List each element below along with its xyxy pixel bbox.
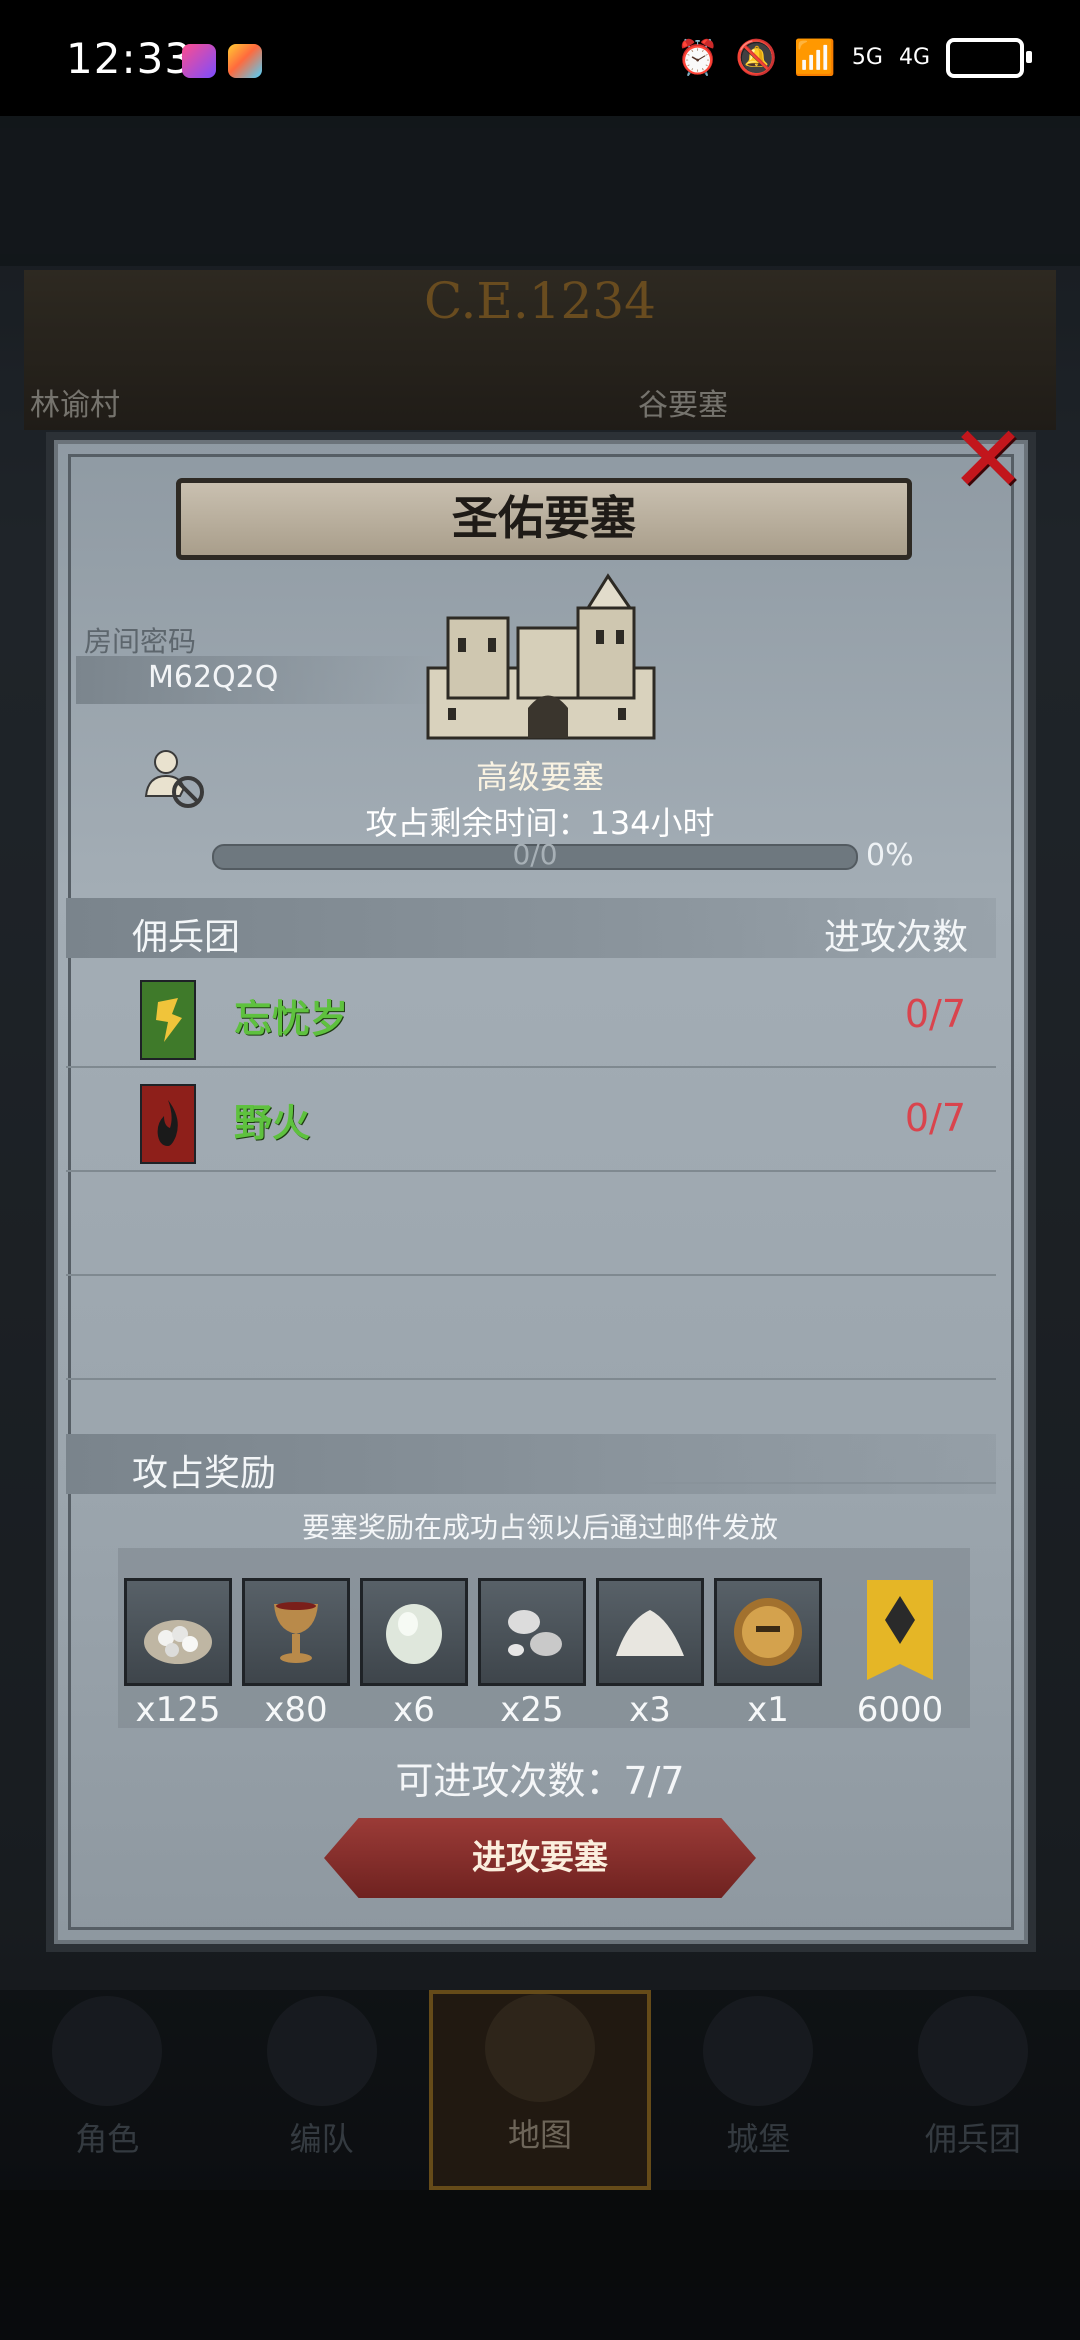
empty-mercenary-slot	[66, 1274, 996, 1380]
reward-qty: x1	[747, 1690, 789, 1730]
mercenary-section-header: 佣兵团 进攻次数	[66, 898, 996, 958]
mercenary-name: 野火	[234, 1101, 311, 1145]
room-code-label: 房间密码	[84, 625, 197, 658]
capture-progress-percent: 0%	[866, 838, 914, 873]
capture-progress-text: 0/0	[512, 838, 558, 871]
close-x-icon: ✕	[949, 406, 1027, 513]
gem-stone-icon	[386, 1604, 442, 1664]
network-4g-label: 4G	[898, 45, 930, 70]
status-time: 12:33	[66, 34, 193, 83]
rewards-header-label: 攻占奖励	[132, 1453, 277, 1494]
fortress-castle-icon	[426, 573, 656, 740]
reward-item[interactable]: x1	[714, 1578, 822, 1730]
dialog-title: 圣佑要塞	[176, 478, 912, 560]
network-5g-label: 5G	[851, 45, 883, 70]
reward-item[interactable]: x125	[124, 1578, 232, 1730]
salt-pile-icon	[616, 1610, 684, 1656]
available-attacks: 可进攻次数：7/7	[395, 1759, 685, 1803]
reward-qty: x6	[393, 1690, 435, 1730]
notification-app-icon	[182, 44, 216, 78]
status-bar: 12:33 ⏰ 🔕 📶 5G 4G	[0, 0, 1080, 116]
mute-bell-icon: 🔕	[735, 38, 778, 78]
battery-icon	[946, 38, 1032, 78]
mercenary-attack-count: 0/7	[904, 992, 966, 1036]
time-remaining-label: 攻占剩余时间：	[365, 804, 590, 842]
reward-item[interactable]: x6	[360, 1578, 468, 1730]
mercenary-name: 忘忧岁	[234, 997, 349, 1041]
status-icons: ⏰ 🔕 📶 5G 4G	[676, 38, 1032, 78]
reward-qty: 6000	[856, 1690, 944, 1730]
reward-item[interactable]: x25	[478, 1578, 586, 1730]
wifi-icon: 📶	[793, 38, 836, 78]
close-button[interactable]: ✕	[948, 414, 1028, 506]
reward-qty: x80	[264, 1690, 328, 1730]
mercenary-row[interactable]: 忘忧岁 0/7	[66, 962, 996, 1068]
time-remaining-value: 134小时	[589, 804, 715, 842]
rewards-section-header: 攻占奖励	[66, 1434, 996, 1494]
knight-helmet-medal-icon	[734, 1598, 802, 1666]
mercenary-header-label: 佣兵团	[132, 917, 241, 958]
guild-flag-green-icon	[140, 980, 196, 1060]
attack-times-header: 进攻次数	[823, 917, 968, 958]
empty-mercenary-slot	[66, 1170, 996, 1276]
silver-ore-icon	[508, 1610, 562, 1656]
alarm-icon: ⏰	[676, 38, 720, 78]
notification-app-icon-2	[228, 44, 262, 78]
mercenary-attack-count: 0/7	[904, 1096, 966, 1140]
fortress-level: 高级要塞	[475, 758, 604, 796]
silver-coins-bag-icon	[144, 1620, 212, 1664]
reward-qty: x3	[629, 1690, 671, 1730]
reward-qty: x125	[135, 1690, 221, 1730]
reward-item[interactable]: x80	[242, 1578, 350, 1730]
room-code-value[interactable]: M62Q2Q	[148, 660, 278, 695]
reward-item[interactable]: x3	[596, 1578, 704, 1730]
goblet-icon	[274, 1602, 318, 1663]
attack-fortress-button[interactable]: 进攻要塞	[324, 1818, 756, 1898]
reward-qty: x25	[500, 1690, 564, 1730]
rewards-note: 要塞奖励在成功占领以后通过邮件发放	[301, 1511, 778, 1544]
guild-flag-fire-icon	[140, 1084, 196, 1164]
mercenary-row[interactable]: 野火 0/7	[66, 1066, 996, 1172]
reward-item[interactable]: 6000	[846, 1578, 954, 1730]
guild-banner-icon	[867, 1580, 933, 1680]
